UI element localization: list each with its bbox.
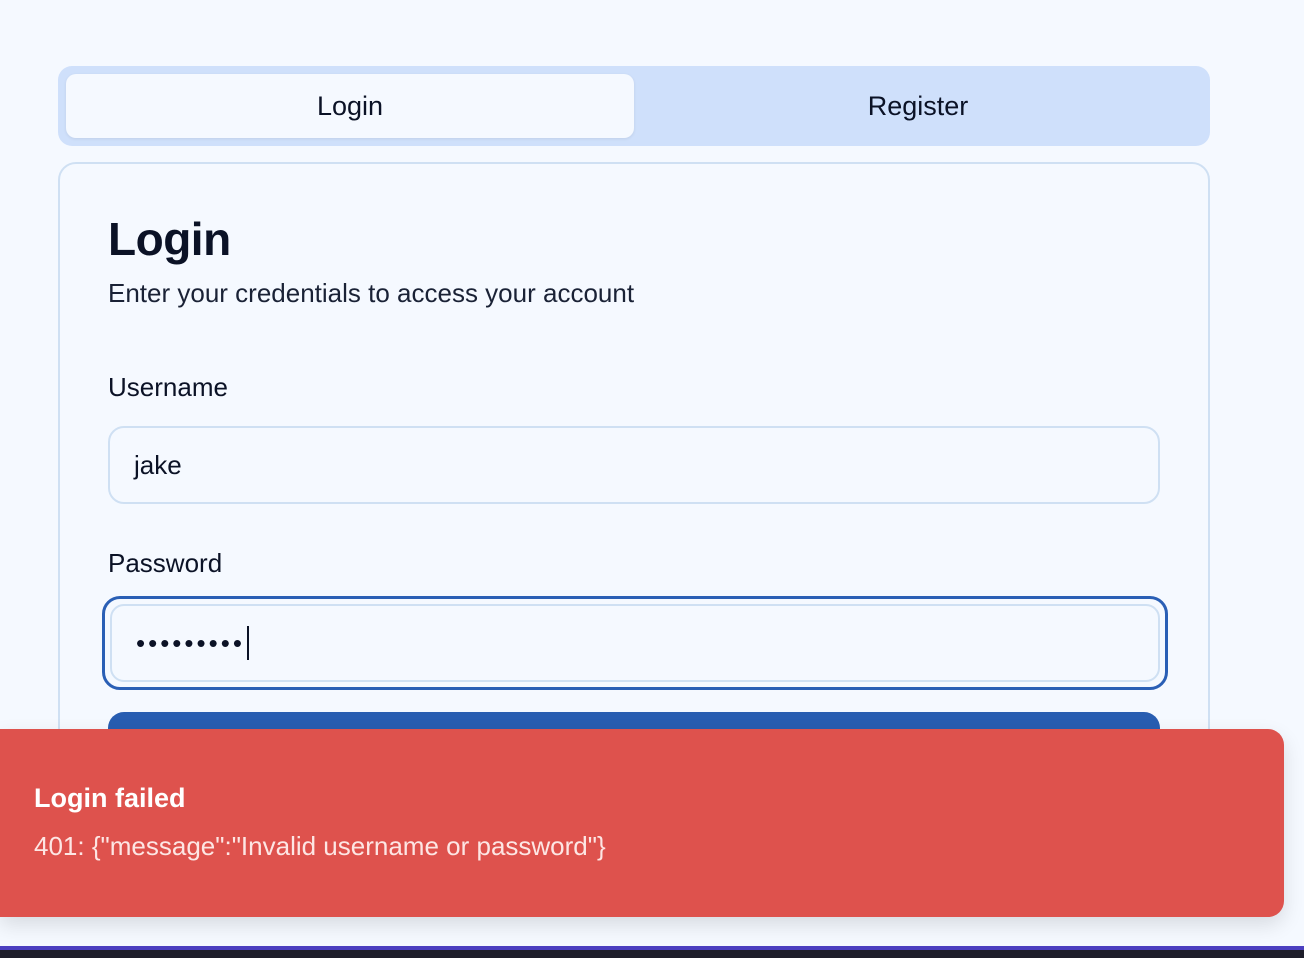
- tab-login[interactable]: Login: [66, 74, 634, 138]
- card-subtitle: Enter your credentials to access your ac…: [108, 278, 635, 308]
- toast-description: 401: {"message":"Invalid username or pas…: [34, 831, 606, 861]
- auth-tabs: Login Register: [58, 66, 1210, 146]
- password-value: •••••••••: [136, 627, 245, 658]
- text-caret: [246, 626, 249, 660]
- error-toast[interactable]: Login failed 401: {"message":"Invalid us…: [0, 729, 1284, 917]
- login-card: Login Enter your credentials to access y…: [58, 162, 1210, 802]
- username-value: jake: [134, 449, 182, 480]
- username-input[interactable]: jake: [108, 426, 1160, 504]
- auth-page: Login Register Login Enter your credenti…: [0, 0, 1304, 958]
- bottom-edge-bar: [0, 946, 1304, 958]
- card-title: Login: [108, 213, 231, 265]
- password-field-inner[interactable]: •••••••••: [110, 604, 1160, 682]
- tab-register[interactable]: Register: [634, 74, 1202, 138]
- password-input[interactable]: •••••••••: [102, 596, 1168, 690]
- tab-login-label: Login: [316, 90, 384, 121]
- password-label: Password: [108, 548, 223, 578]
- username-label: Username: [108, 372, 228, 402]
- tab-register-label: Register: [867, 90, 969, 121]
- toast-title: Login failed: [34, 783, 186, 813]
